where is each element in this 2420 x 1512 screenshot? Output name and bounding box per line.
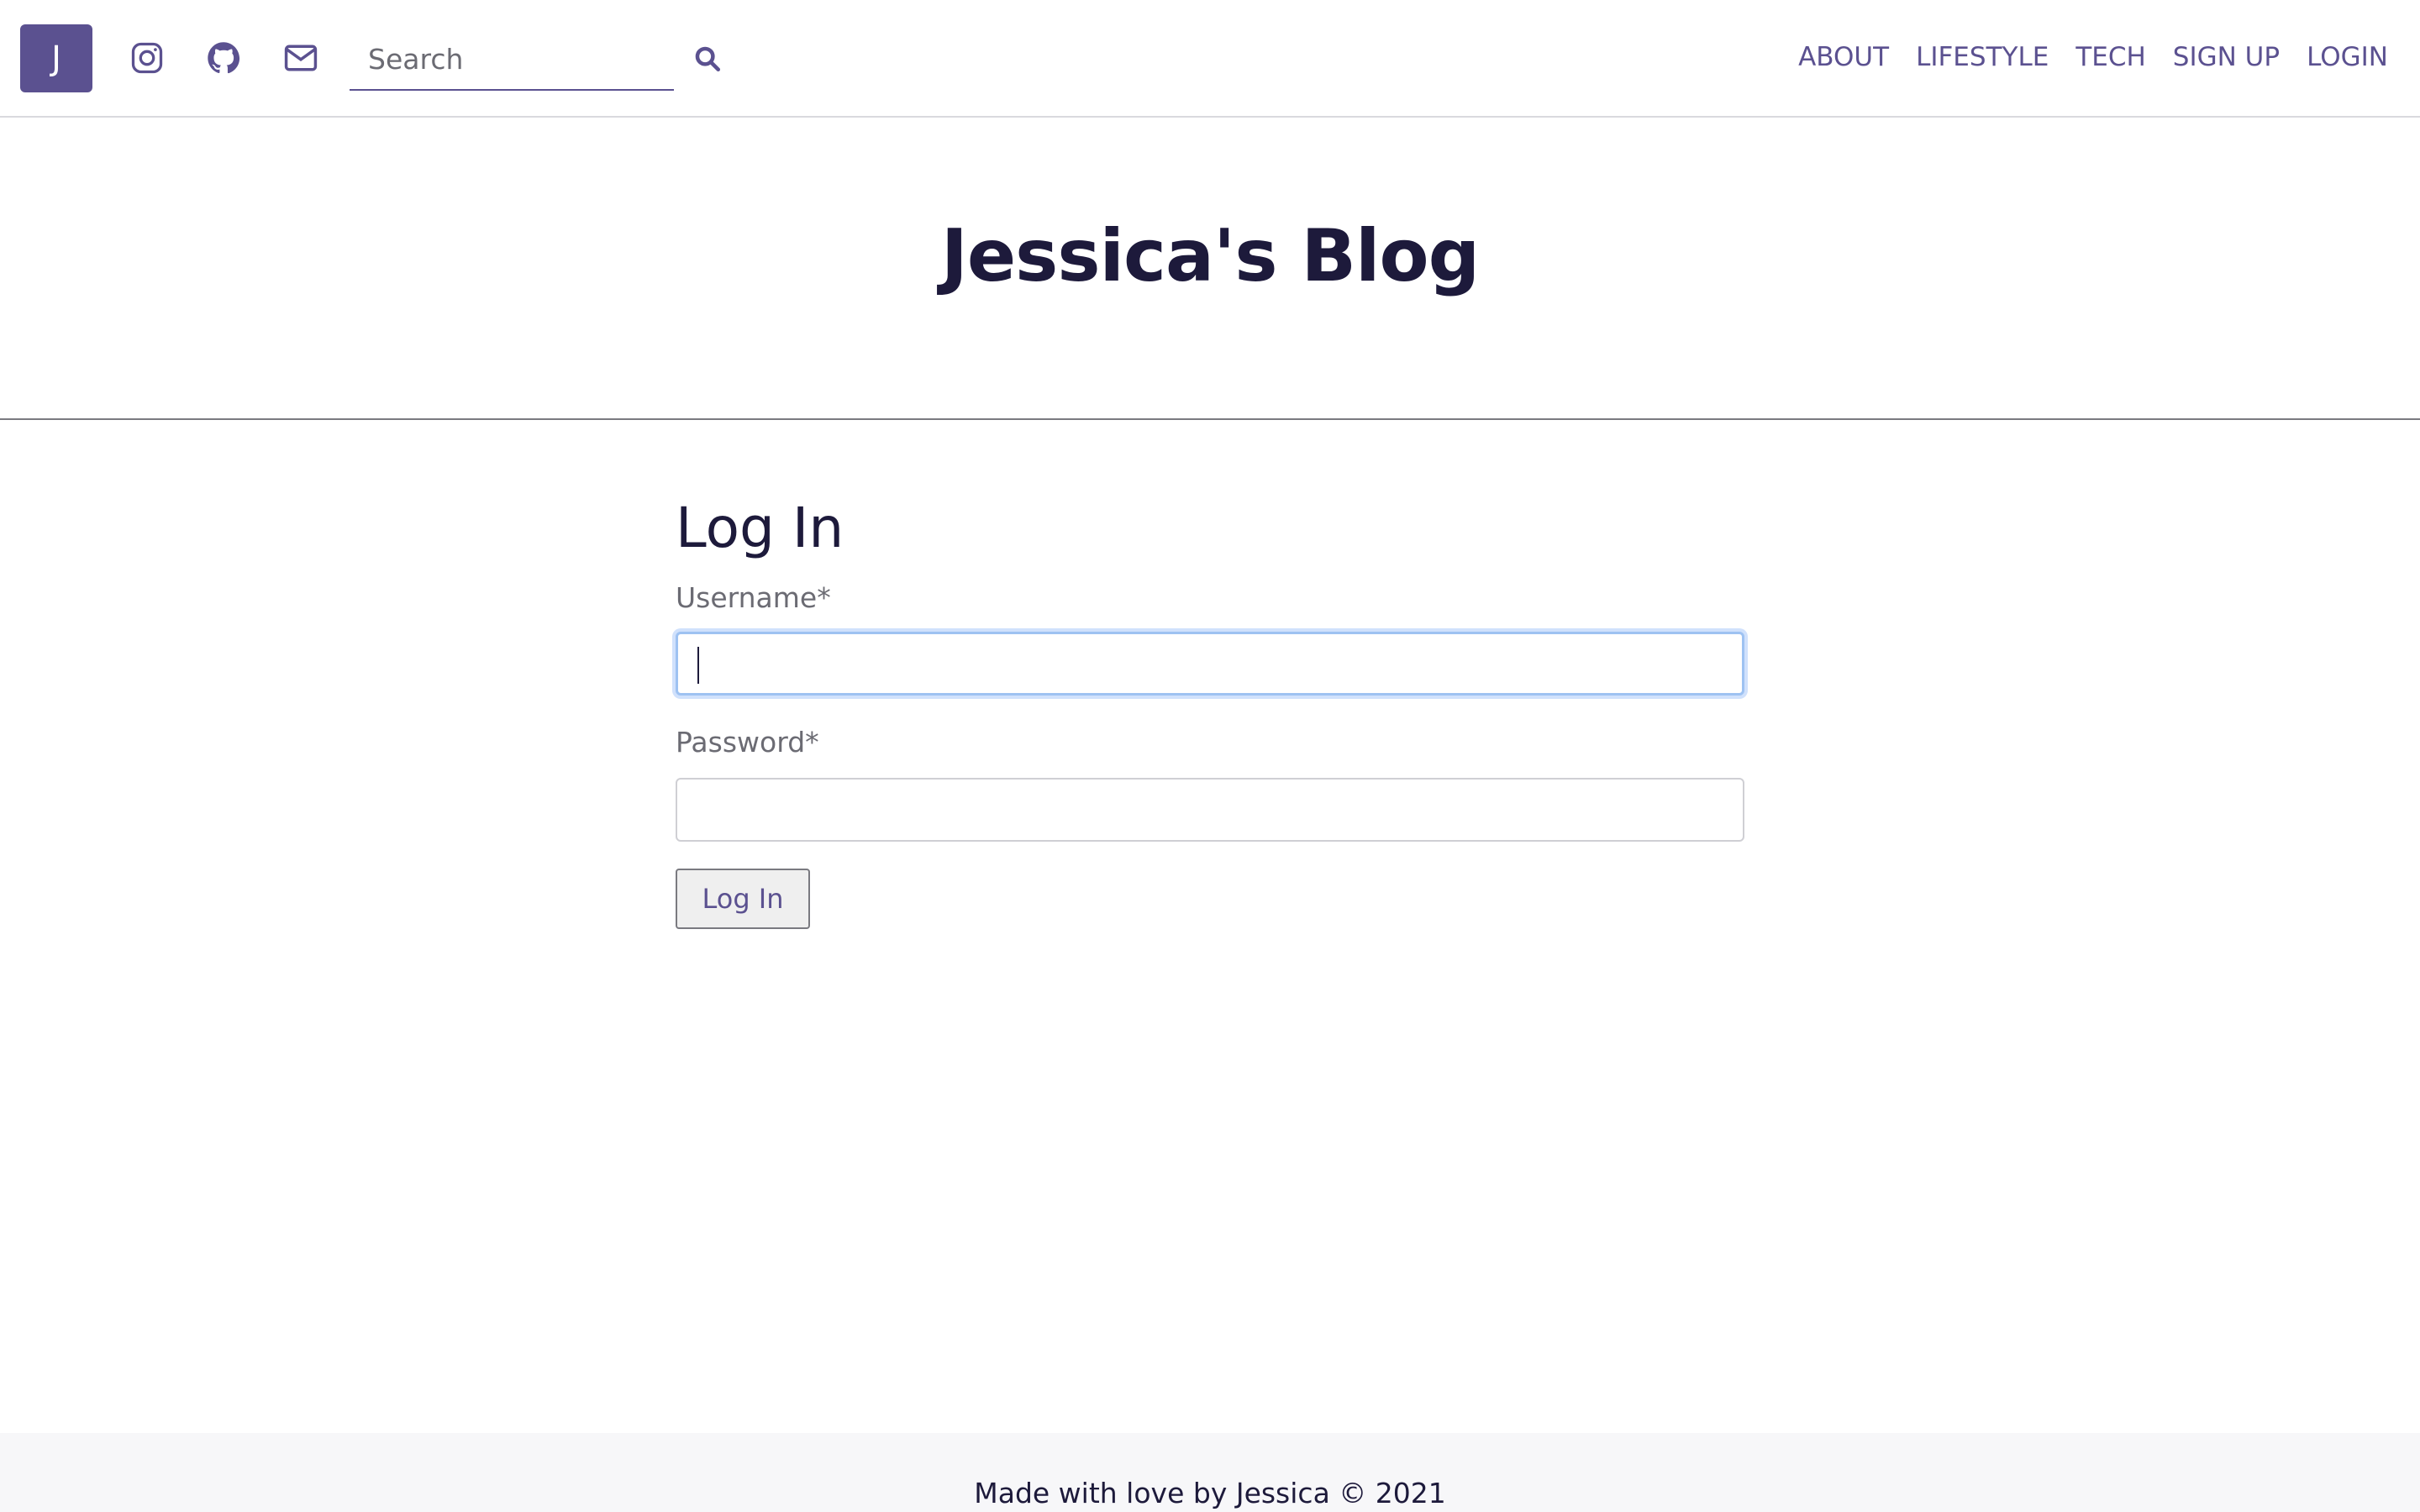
login-submit-button[interactable]: Log In bbox=[676, 869, 810, 929]
github-icon bbox=[208, 42, 240, 74]
header-divider bbox=[0, 418, 2420, 420]
search-box bbox=[350, 30, 674, 91]
nav-link-lifestyle[interactable]: LIFESTYLE bbox=[1916, 42, 2049, 72]
logo-letter: J bbox=[51, 39, 61, 78]
mail-icon bbox=[284, 45, 318, 71]
text-caret bbox=[697, 647, 699, 684]
github-link[interactable] bbox=[205, 39, 242, 76]
nav-link-about[interactable]: ABOUT bbox=[1798, 42, 1889, 72]
search-input[interactable] bbox=[350, 30, 674, 87]
username-label: Username* bbox=[676, 581, 831, 614]
blog-title[interactable]: Jessica's Blog bbox=[0, 214, 2420, 298]
nav-link-tech[interactable]: TECH bbox=[2075, 42, 2145, 72]
page-footer: Made with love by Jessica © 2021 bbox=[0, 1433, 2420, 1512]
password-label: Password* bbox=[676, 726, 819, 759]
password-input[interactable] bbox=[676, 778, 1744, 842]
search-icon bbox=[695, 46, 721, 72]
username-field-wrap bbox=[676, 632, 1744, 696]
site-logo[interactable]: J bbox=[20, 24, 92, 92]
username-input[interactable] bbox=[676, 632, 1744, 696]
login-title: Log In bbox=[676, 496, 844, 560]
nav-link-login[interactable]: LOGIN bbox=[2307, 42, 2388, 72]
top-navbar: J ABOUT LIFESTYLE TECH SIGN UP LOGIN bbox=[0, 0, 2420, 118]
instagram-link[interactable] bbox=[129, 39, 166, 76]
search-button[interactable] bbox=[691, 42, 724, 76]
instagram-icon bbox=[131, 42, 163, 74]
nav-links: ABOUT LIFESTYLE TECH SIGN UP LOGIN bbox=[1798, 39, 2388, 76]
nav-link-sign-up[interactable]: SIGN UP bbox=[2173, 42, 2280, 72]
footer-text: Made with love by Jessica © 2021 bbox=[974, 1477, 1446, 1509]
email-link[interactable] bbox=[282, 39, 319, 76]
